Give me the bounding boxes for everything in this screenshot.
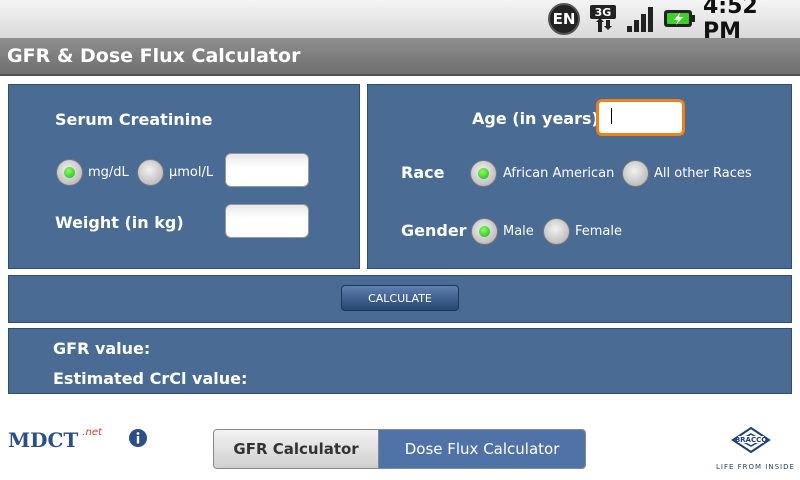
- svg-text:3G: 3G: [595, 6, 612, 19]
- tab-dose-flux-calculator[interactable]: Dose Flux Calculator: [379, 430, 585, 468]
- serum-creatinine-label: Serum Creatinine: [55, 110, 213, 129]
- app-title-bar: GFR & Dose Flux Calculator: [0, 38, 800, 76]
- gender-female-radio[interactable]: [543, 218, 570, 245]
- race-african-american-radio[interactable]: [470, 160, 497, 187]
- signal-strength-icon: [625, 4, 659, 34]
- unit-umol-radio[interactable]: [137, 159, 164, 186]
- battery-charging-icon: [663, 4, 697, 34]
- weight-label: Weight (in kg): [55, 213, 184, 232]
- status-bar: EN 3G 4:52 PM: [0, 0, 800, 44]
- crcl-value-label: Estimated CrCl value:: [53, 369, 248, 388]
- tab-gfr-calculator[interactable]: GFR Calculator: [214, 430, 380, 468]
- age-label: Age (in years): [472, 109, 599, 128]
- gender-male-label: Male: [503, 224, 534, 239]
- race-label: Race: [401, 163, 445, 182]
- keyboard-language-badge: EN: [548, 3, 580, 35]
- race-other-label: All other Races: [654, 166, 752, 181]
- gfr-value-label: GFR value:: [53, 339, 151, 358]
- serum-creatinine-input[interactable]: [225, 153, 309, 187]
- race-african-american-label: African American: [503, 166, 615, 181]
- mdct-logo-text: MDCT: [8, 428, 79, 452]
- unit-umol-label: µmol/L: [169, 165, 214, 180]
- weight-input[interactable]: [225, 204, 309, 238]
- age-input[interactable]: [596, 99, 685, 136]
- race-other-radio[interactable]: [622, 160, 649, 187]
- gender-female-label: Female: [575, 224, 623, 239]
- unit-mgdl-radio[interactable]: [56, 159, 83, 186]
- svg-text:BRACCO: BRACCO: [735, 436, 767, 444]
- gender-label: Gender: [401, 221, 467, 240]
- mdct-logo-suffix: .net: [82, 427, 102, 438]
- info-icon[interactable]: [128, 428, 148, 448]
- gender-male-radio[interactable]: [471, 218, 498, 245]
- network-3g-icon: 3G: [588, 4, 620, 34]
- status-clock: 4:52 PM: [703, 0, 758, 44]
- mdct-logo[interactable]: MDCT .net: [8, 427, 102, 452]
- bracco-tagline: LIFE FROM INSIDE: [716, 463, 795, 471]
- text-caret: [611, 108, 612, 124]
- unit-mgdl-label: mg/dL: [88, 165, 129, 180]
- calculate-button[interactable]: CALCULATE: [341, 285, 459, 311]
- calculator-tabs: GFR Calculator Dose Flux Calculator: [213, 429, 586, 469]
- app-title: GFR & Dose Flux Calculator: [7, 45, 301, 67]
